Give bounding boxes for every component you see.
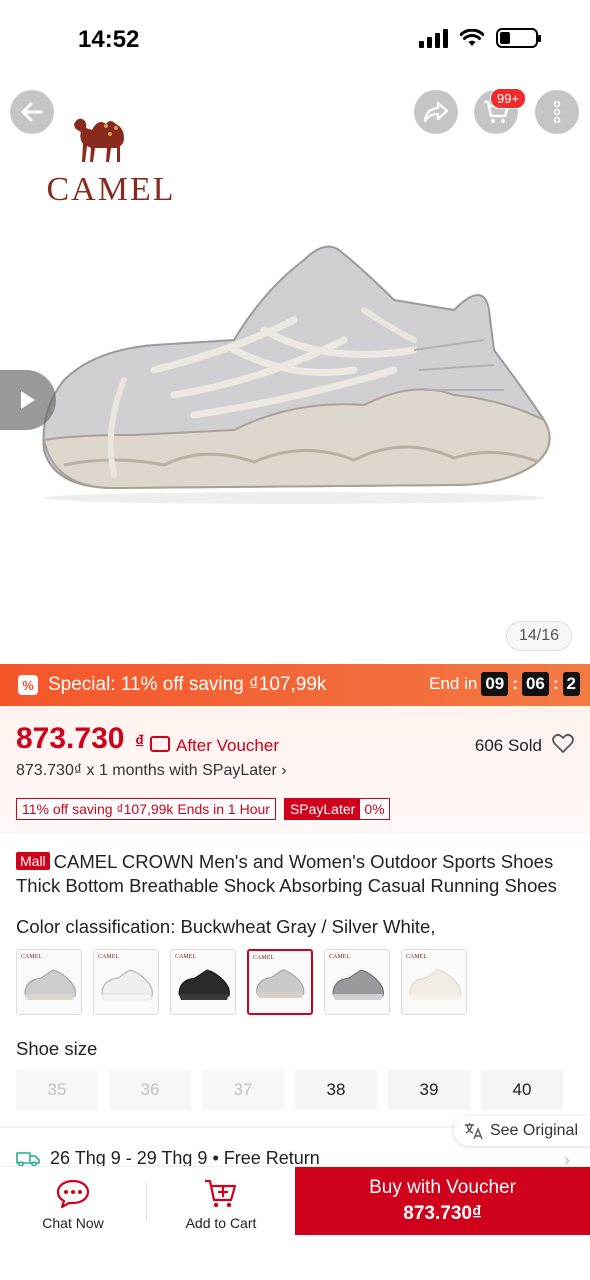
promo-tags: 11% off saving ₫107,99k Ends in 1 Hour S… — [16, 798, 390, 820]
size-options: 35 36 37 38 39 40 — [16, 1070, 563, 1110]
sold-count: 606 Sold — [474, 736, 542, 755]
product-title-text: CAMEL CROWN Men's and Women's Outdoor Sp… — [16, 851, 557, 896]
add-cart-icon — [205, 1179, 237, 1208]
back-button[interactable] — [10, 90, 54, 134]
countdown-label: End in — [429, 674, 478, 693]
brand-logo-text: CAMEL — [46, 171, 176, 208]
size-option-38[interactable]: 38 — [295, 1070, 377, 1110]
battery-icon — [496, 28, 541, 48]
buy-with-voucher-price: 873.730₫ — [403, 1203, 482, 1224]
color-swatches: CAMEL CAMEL CAMEL CAMEL CAMEL CAMEL — [16, 949, 467, 1015]
back-arrow-icon — [21, 102, 43, 122]
promo-text: Special: 11% off saving ₫107,99k — [48, 674, 327, 695]
chat-icon — [56, 1179, 90, 1209]
discount-tag-icon: % — [18, 675, 38, 695]
buy-with-voucher-button[interactable]: Buy with Voucher 873.730₫ — [295, 1167, 590, 1235]
color-classification: Color classification: Buckwheat Gray / S… — [16, 916, 436, 938]
countdown: End in 09 : 06 : 2 — [429, 672, 580, 696]
product-shoe-image — [42, 245, 551, 504]
spaylater-installment-link[interactable]: 873.730₫ x 1 months with SPayLater › — [16, 762, 287, 780]
image-counter: 14/16 — [505, 621, 572, 651]
translate-icon — [464, 1123, 483, 1140]
price-amount: 873.730 — [16, 722, 125, 755]
price-section: 873.730 ₫ After Voucher 606 Sold 873.730… — [0, 706, 590, 834]
add-to-cart-label: Add to Cart — [185, 1215, 257, 1231]
color-swatch[interactable]: CAMEL — [401, 949, 467, 1015]
product-page: 14:52 CAMEL 99+ 14/16 % Special: 11% off… — [0, 0, 590, 1280]
spaylater-tag: SPayLater 0% — [283, 798, 390, 820]
flash-promo-banner[interactable]: % Special: 11% off saving ₫107,99k End i… — [0, 664, 590, 706]
brand-logo: CAMEL — [36, 110, 186, 209]
status-bar: 14:52 — [0, 0, 590, 80]
color-swatch[interactable]: CAMEL — [170, 949, 236, 1015]
color-swatch-selected[interactable]: CAMEL — [247, 949, 313, 1015]
share-icon — [423, 101, 449, 123]
mall-badge: Mall — [16, 852, 50, 870]
size-label: Shoe size — [16, 1038, 98, 1059]
more-options-button[interactable] — [535, 90, 579, 134]
see-original-button[interactable]: See Original — [453, 1116, 590, 1146]
spaylater-tag-label: SPayLater — [284, 799, 361, 819]
play-icon — [21, 391, 35, 409]
countdown-seconds: 2 — [562, 672, 580, 696]
status-time: 14:52 — [78, 26, 140, 53]
bottom-action-bar: Chat Now Add to Cart Buy with Voucher 87… — [0, 1166, 590, 1280]
chat-now-button[interactable]: Chat Now — [0, 1177, 146, 1231]
buy-with-voucher-label: Buy with Voucher — [369, 1177, 516, 1198]
size-option-40[interactable]: 40 — [481, 1070, 563, 1110]
status-icons — [419, 28, 541, 48]
size-option-37[interactable]: 37 — [202, 1070, 284, 1110]
cart-count-badge: 99+ — [490, 88, 527, 109]
color-label: Color classification: — [16, 916, 176, 937]
size-option-35[interactable]: 35 — [16, 1070, 98, 1110]
wifi-icon — [460, 29, 484, 46]
more-vertical-icon — [553, 100, 561, 124]
add-to-cart-button[interactable]: Add to Cart — [148, 1177, 294, 1231]
size-option-36[interactable]: 36 — [109, 1070, 191, 1110]
spaylater-tag-rate: 0% — [360, 799, 389, 819]
heart-icon[interactable] — [552, 734, 574, 754]
discount-tag: 11% off saving ₫107,99k Ends in 1 Hour — [16, 798, 276, 820]
share-button[interactable] — [414, 90, 458, 134]
see-original-label: See Original — [489, 1122, 578, 1139]
truck-icon — [16, 1151, 40, 1167]
voucher-icon — [150, 736, 170, 752]
countdown-minutes: 06 — [521, 672, 549, 696]
color-value: Buckwheat Gray / Silver White, — [175, 916, 436, 937]
bottom-divider — [146, 1183, 147, 1221]
after-voucher-label: After Voucher — [176, 736, 280, 755]
size-option-39[interactable]: 39 — [388, 1070, 470, 1110]
product-image-gallery[interactable]: CAMEL 99+ 14/16 — [0, 80, 590, 664]
camel-logo-icon — [74, 118, 124, 162]
color-swatch[interactable]: CAMEL — [16, 949, 82, 1015]
color-swatch[interactable]: CAMEL — [93, 949, 159, 1015]
price-currency: ₫ — [135, 732, 145, 752]
color-swatch[interactable]: CAMEL — [324, 949, 390, 1015]
cellular-signal-icon — [419, 28, 448, 48]
chat-now-label: Chat Now — [42, 1215, 104, 1231]
product-title: Mall CAMEL CROWN Men's and Women's Outdoo… — [16, 850, 576, 898]
countdown-hours: 09 — [481, 672, 509, 696]
